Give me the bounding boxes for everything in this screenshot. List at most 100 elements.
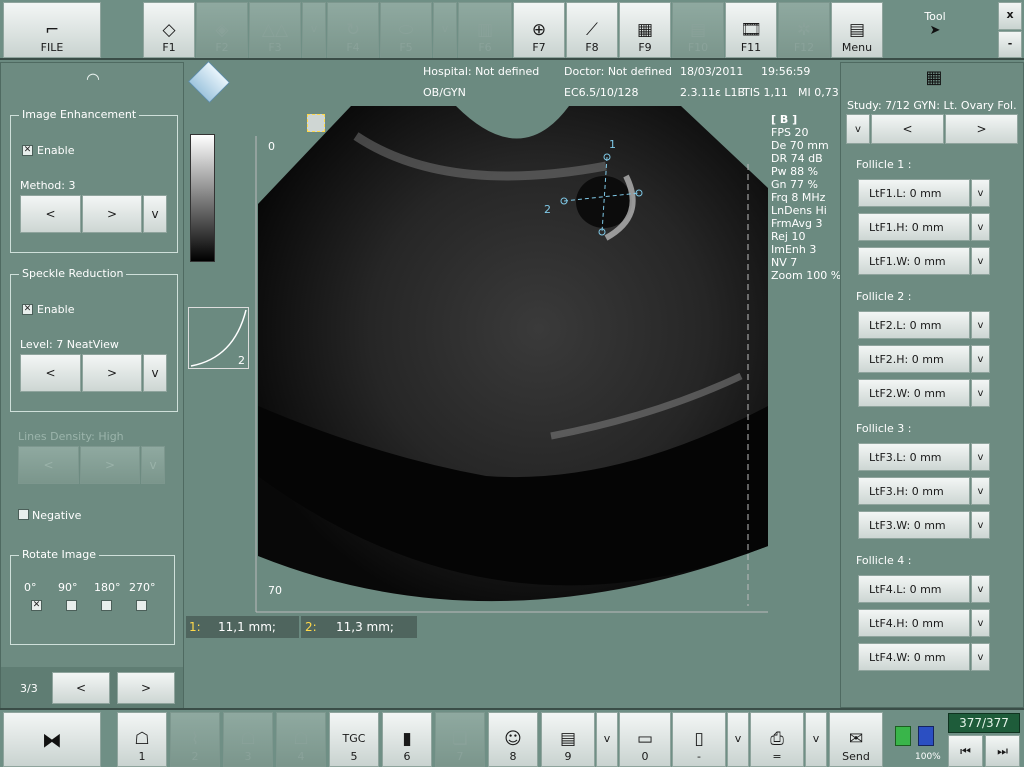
depth-bottom-label: 70 <box>268 584 282 597</box>
follicle-2-length-dropdown[interactable]: v <box>971 311 990 339</box>
freeze-button[interactable]: ⧓ <box>3 712 101 767</box>
f2-button[interactable]: ◈ F2 <box>196 2 248 58</box>
preset-1-button[interactable]: ☖ 1 <box>117 712 167 767</box>
follicle-3-height-dropdown[interactable]: v <box>971 477 990 505</box>
f6-button[interactable]: ▥ F6 <box>458 2 512 58</box>
negative-checkbox[interactable] <box>18 509 29 520</box>
level-next-button[interactable]: > <box>82 354 142 392</box>
follicle-3-width-button[interactable]: LtF3.W: 0 mm <box>858 511 970 539</box>
document-dropdown[interactable]: v <box>727 712 749 767</box>
f11-button[interactable]: 🎞 F11 <box>725 2 777 58</box>
battery-level: 100% <box>915 752 941 762</box>
study-next-button[interactable]: > <box>945 114 1018 144</box>
tool-label: Tool <box>924 10 946 23</box>
minimize-button[interactable]: - <box>998 31 1022 58</box>
close-button[interactable]: x <box>998 2 1022 30</box>
follicle-3-length-dropdown[interactable]: v <box>971 443 990 471</box>
rotate-270-checkbox[interactable] <box>136 600 147 611</box>
f3-dropdown[interactable]: v <box>302 2 326 58</box>
patient-button[interactable]: ☺ 8 <box>488 712 538 767</box>
preset-3-button[interactable]: ☖ 3 <box>223 712 273 767</box>
study-label: Study: 7/12 GYN: Lt. Ovary Fol. <box>847 99 1017 112</box>
rotate-90-checkbox[interactable] <box>66 600 77 611</box>
last-frame-button[interactable]: ⏭ <box>985 735 1020 767</box>
level-dropdown[interactable]: v <box>143 354 167 392</box>
follicle-4-length-button[interactable]: LtF4.L: 0 mm <box>858 575 970 603</box>
follicle-2-width-button[interactable]: LtF2.W: 0 mm <box>858 379 970 407</box>
measurement-1[interactable]: 1: 11,1 mm; <box>186 616 299 638</box>
preset-7-button[interactable]: ❏ 7 <box>435 712 485 767</box>
method-next-button[interactable]: > <box>82 195 142 233</box>
probe-icon: ⌐ <box>44 20 60 40</box>
hospital-label: Hospital: Not defined <box>423 65 540 78</box>
print-button[interactable]: ⎙ = <box>750 712 804 767</box>
follicle-4-length-dropdown[interactable]: v <box>971 575 990 603</box>
ultrasound-image[interactable] <box>186 106 840 626</box>
follicle-3-width-dropdown[interactable]: v <box>971 511 990 539</box>
f3-button[interactable]: △△ F3 <box>249 2 301 58</box>
follicle-3-length-button[interactable]: LtF3.L: 0 mm <box>858 443 970 471</box>
follicle-3-height-button[interactable]: LtF3.H: 0 mm <box>858 477 970 505</box>
f7-button[interactable]: ⊕ F7 <box>513 2 565 58</box>
grayscale-button[interactable]: ▮ 6 <box>382 712 432 767</box>
f4-button[interactable]: ↻ F4 <box>327 2 379 58</box>
follicle-1-width-button[interactable]: LtF1.W: 0 mm <box>858 247 970 275</box>
report-button[interactable]: ▤ 9 <box>541 712 595 767</box>
level-prev-button[interactable]: < <box>20 354 81 392</box>
page-next-button[interactable]: > <box>117 672 175 704</box>
speckle-enable-checkbox[interactable]: ✕ <box>22 304 33 315</box>
lines-density-next-button[interactable]: > <box>80 446 140 484</box>
study-dropdown[interactable]: v <box>846 114 870 144</box>
study-prev-button[interactable]: < <box>871 114 944 144</box>
follicle-2-height-button[interactable]: LtF2.H: 0 mm <box>858 345 970 373</box>
first-frame-button[interactable]: ⏮ <box>948 735 983 767</box>
file-button[interactable]: ⌐ FILE <box>3 2 101 58</box>
follicle-4-width-button[interactable]: LtF4.W: 0 mm <box>858 643 970 671</box>
print-dropdown[interactable]: v <box>805 712 827 767</box>
sector-icon: ⬭ <box>398 20 414 40</box>
calculator-icon: ▦ <box>925 67 943 88</box>
report-dropdown[interactable]: v <box>596 712 618 767</box>
lines-density-dropdown[interactable]: v <box>141 446 165 484</box>
rotate-180-checkbox[interactable] <box>101 600 112 611</box>
f1-button[interactable]: ◇ F1 <box>143 2 195 58</box>
follicle-1-height-dropdown[interactable]: v <box>971 213 990 241</box>
method-prev-button[interactable]: < <box>20 195 81 233</box>
f8-button[interactable]: ⟋ F8 <box>566 2 618 58</box>
archive-button[interactable]: ▭ 0 <box>619 712 671 767</box>
follicle-3-title: Follicle 3 : <box>856 422 912 435</box>
f5-dropdown[interactable]: v <box>433 2 457 58</box>
document-button[interactable]: ▯ - <box>672 712 726 767</box>
image-enhancement-enable-checkbox[interactable]: ✕ <box>22 145 33 156</box>
f5-button[interactable]: ⬭ F5 <box>380 2 432 58</box>
param-zoom: Zoom 100 % <box>771 269 842 282</box>
follicle-1-length-button[interactable]: LtF1.L: 0 mm <box>858 179 970 207</box>
follicle-1-width-dropdown[interactable]: v <box>971 247 990 275</box>
rotate-0-label: 0° <box>24 581 37 594</box>
tool-indicator: Tool ➤ <box>905 4 965 54</box>
measurement-2[interactable]: 2: 11,3 mm; <box>301 616 417 638</box>
probe-icon: ☖ <box>293 729 309 749</box>
preset-2-button[interactable]: ⌇ 2 <box>170 712 220 767</box>
method-dropdown[interactable]: v <box>143 195 167 233</box>
f12-button[interactable]: ✲ F12 <box>778 2 830 58</box>
follicle-2-width-dropdown[interactable]: v <box>971 379 990 407</box>
follicle-2-height-dropdown[interactable]: v <box>971 345 990 373</box>
rotate-icon: ↻ <box>345 20 361 40</box>
follicle-4-width-dropdown[interactable]: v <box>971 643 990 671</box>
menu-button[interactable]: ▤ Menu <box>831 2 883 58</box>
follicle-2-length-button[interactable]: LtF2.L: 0 mm <box>858 311 970 339</box>
lines-density-prev-button[interactable]: < <box>18 446 79 484</box>
f9-button[interactable]: ▦ F9 <box>619 2 671 58</box>
tgc-button[interactable]: TGC 5 <box>329 712 379 767</box>
send-button[interactable]: ✉ Send <box>829 712 883 767</box>
follicle-1-length-dropdown[interactable]: v <box>971 179 990 207</box>
rotate-0-checkbox[interactable]: ✕ <box>31 600 42 611</box>
follicle-4-height-dropdown[interactable]: v <box>971 609 990 637</box>
preset-4-button[interactable]: ☖ 4 <box>276 712 326 767</box>
page-prev-button[interactable]: < <box>52 672 110 704</box>
follicle-1-height-button[interactable]: LtF1.H: 0 mm <box>858 213 970 241</box>
param-image-enhancement: ImEnh 3 <box>771 243 817 256</box>
follicle-4-height-button[interactable]: LtF4.H: 0 mm <box>858 609 970 637</box>
f10-button[interactable]: ▤ F10 <box>672 2 724 58</box>
